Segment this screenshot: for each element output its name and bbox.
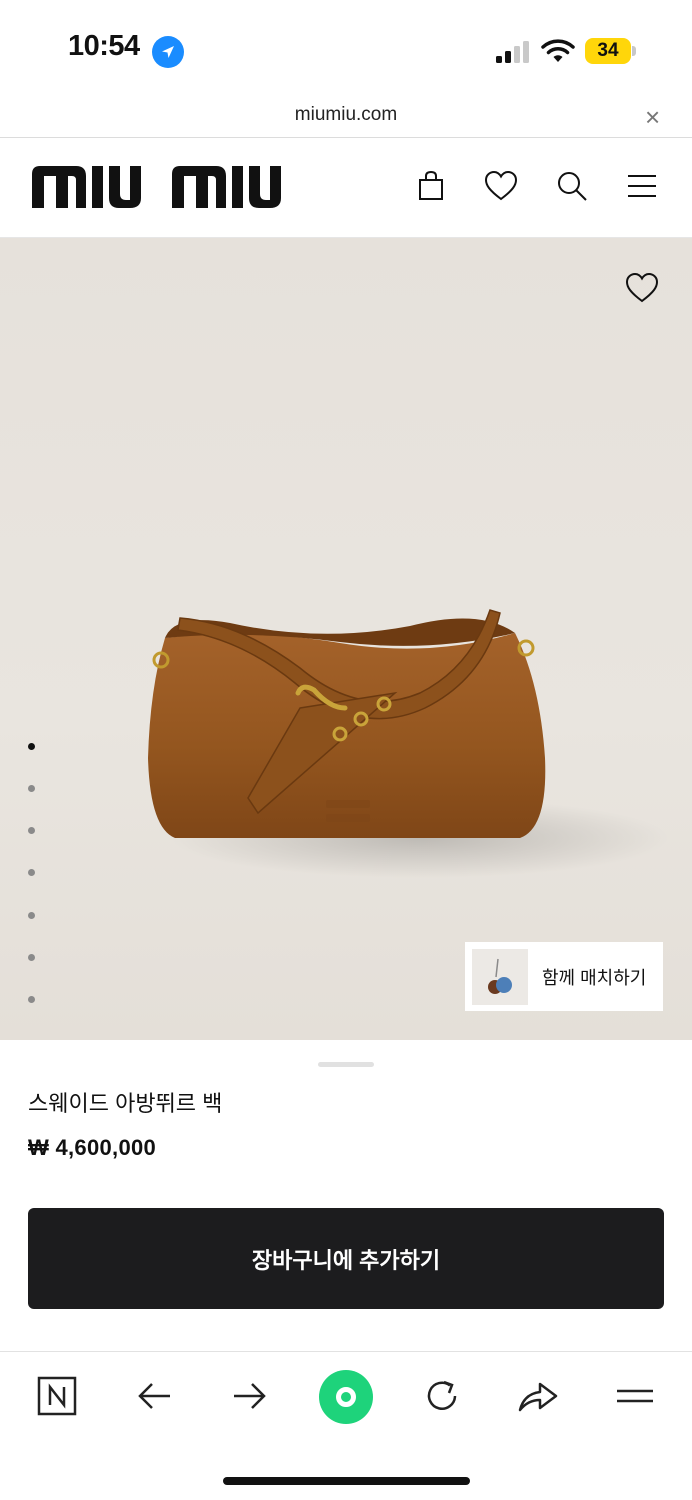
carousel-dot-4[interactable] <box>28 869 35 876</box>
forward-arrow-icon[interactable] <box>226 1372 274 1420</box>
add-to-cart-button[interactable]: 장바구니에 추가하기 <box>28 1208 664 1309</box>
carousel-dot-7[interactable] <box>28 996 35 1003</box>
carousel-dot-3[interactable] <box>28 827 35 834</box>
product-name: 스웨이드 아방뛰르 백 <box>28 1091 223 1116</box>
carousel-dot-5[interactable] <box>28 912 35 919</box>
location-arrow-icon <box>152 36 184 68</box>
url-bar[interactable]: miumiu.com <box>0 104 692 126</box>
cellular-signal-icon <box>496 41 529 63</box>
suede-bag-image <box>148 609 670 878</box>
sheet-handle[interactable] <box>318 1062 374 1067</box>
reload-icon[interactable] <box>418 1372 466 1420</box>
match-thumbnail <box>472 948 528 1005</box>
match-label: 함께 매치하기 <box>542 967 647 988</box>
status-time: 10:54 <box>68 30 140 62</box>
miu-miu-logo <box>32 166 281 208</box>
home-indicator <box>223 1477 470 1485</box>
brand-logo[interactable] <box>30 164 294 215</box>
match-together-button[interactable]: 함께 매치하기 <box>465 942 663 1011</box>
url-divider <box>0 137 692 138</box>
hamburger-menu-icon[interactable] <box>611 1372 659 1420</box>
wishlist-heart-icon[interactable] <box>624 272 660 309</box>
heart-icon[interactable] <box>483 168 519 204</box>
carousel-dot-2[interactable] <box>28 785 35 792</box>
share-icon[interactable] <box>514 1372 562 1420</box>
search-icon[interactable] <box>554 168 590 204</box>
menu-icon[interactable] <box>624 168 660 204</box>
naver-icon[interactable] <box>33 1372 81 1420</box>
back-arrow-icon[interactable] <box>130 1372 178 1420</box>
battery-cap <box>632 46 636 56</box>
carousel-dot-6[interactable] <box>28 954 35 961</box>
close-icon[interactable]: × <box>645 104 660 130</box>
carousel-dot-1[interactable] <box>28 743 35 750</box>
green-dot-icon[interactable] <box>319 1370 373 1424</box>
toolbar-divider <box>0 1351 692 1352</box>
wifi-icon <box>541 39 575 62</box>
product-price: ₩ 4,600,000 <box>28 1135 157 1160</box>
product-image[interactable] <box>0 238 692 1040</box>
battery-indicator: 34 <box>585 38 631 64</box>
shopping-bag-icon[interactable] <box>413 168 449 204</box>
